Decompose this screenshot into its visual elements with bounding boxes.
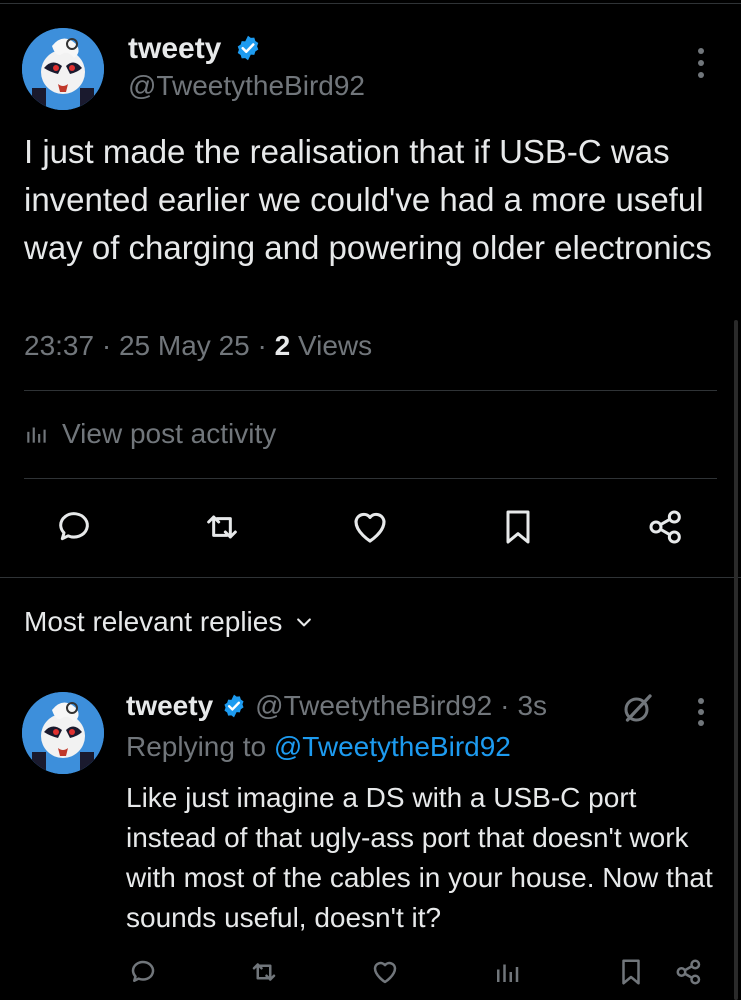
reply-more-icon[interactable] xyxy=(686,694,716,734)
verified-badge-icon xyxy=(237,35,258,61)
reply-retweet-button[interactable] xyxy=(247,955,281,989)
divider xyxy=(24,390,717,391)
author-avatar[interactable] xyxy=(22,28,104,110)
meta-separator: · xyxy=(257,330,267,361)
retweet-icon xyxy=(207,515,237,539)
verified-badge-icon xyxy=(224,694,244,718)
author-handle[interactable]: @TweetytheBird92 xyxy=(128,70,365,102)
reply-action-bar xyxy=(0,955,741,989)
reply-views-button[interactable] xyxy=(490,955,524,989)
reply-author-avatar[interactable] xyxy=(22,692,104,774)
reply-bookmark-button[interactable] xyxy=(614,955,648,989)
replying-to-prefix: Replying to xyxy=(126,731,267,762)
like-icon xyxy=(354,512,386,543)
top-divider xyxy=(0,3,741,4)
reply-icon xyxy=(131,960,155,982)
reply-like-button[interactable] xyxy=(368,955,402,989)
reply-age[interactable]: 3s xyxy=(517,690,547,722)
share-icon xyxy=(649,510,681,544)
reply-button[interactable] xyxy=(52,505,96,549)
chevron-down-icon xyxy=(297,618,312,627)
reply-text: Like just imagine a DS with a USB-C port… xyxy=(126,782,713,933)
divider xyxy=(24,478,717,479)
like-button[interactable] xyxy=(348,505,392,549)
view-post-activity-link[interactable]: View post activity xyxy=(24,418,276,450)
post-action-bar xyxy=(0,505,741,555)
meta-separator: · xyxy=(101,330,112,361)
reply-reply-button[interactable] xyxy=(126,955,160,989)
view-post-activity-label: View post activity xyxy=(62,418,277,449)
like-icon xyxy=(373,961,397,984)
views-icon xyxy=(497,964,519,982)
replies-sort-label: Most relevant replies xyxy=(24,606,283,637)
reply-separator: · xyxy=(500,690,510,721)
post-time[interactable]: 23:37 xyxy=(24,330,94,361)
grok-button[interactable] xyxy=(620,690,656,726)
bookmark-icon xyxy=(506,510,530,544)
share-icon xyxy=(676,959,701,985)
bar-chart-icon xyxy=(27,427,46,443)
post-meta: 23:37 · 25 May 25 · 2 Views xyxy=(24,330,372,362)
reply-header: tweety @TweetytheBird92 · 3s xyxy=(126,690,547,722)
reply-author-name[interactable]: tweety xyxy=(126,690,213,722)
retweet-button[interactable] xyxy=(200,505,244,549)
grok-icon xyxy=(624,694,652,722)
views-label: Views xyxy=(297,330,373,361)
reply-icon xyxy=(59,512,89,541)
divider xyxy=(0,577,741,578)
author-name-row[interactable]: tweety xyxy=(128,32,262,66)
author-name[interactable]: tweety xyxy=(128,32,221,65)
bookmark-icon xyxy=(622,959,640,985)
share-button[interactable] xyxy=(644,505,688,549)
reply-share-button[interactable] xyxy=(672,955,706,989)
replying-to-line: Replying to @TweetytheBird92 xyxy=(126,731,511,763)
views-count: 2 xyxy=(274,330,291,361)
more-icon[interactable] xyxy=(686,44,716,84)
retweet-icon xyxy=(252,963,276,981)
bookmark-button[interactable] xyxy=(496,505,540,549)
post-text: I just made the realisation that if USB-… xyxy=(24,133,712,266)
scrollbar[interactable] xyxy=(734,320,738,1000)
reply-author-handle[interactable]: @TweetytheBird92 xyxy=(255,690,492,722)
replying-to-handle-link[interactable]: @TweetytheBird92 xyxy=(274,731,511,762)
post-date[interactable]: 25 May 25 xyxy=(119,330,250,361)
replies-sort-dropdown[interactable]: Most relevant replies xyxy=(24,606,314,638)
